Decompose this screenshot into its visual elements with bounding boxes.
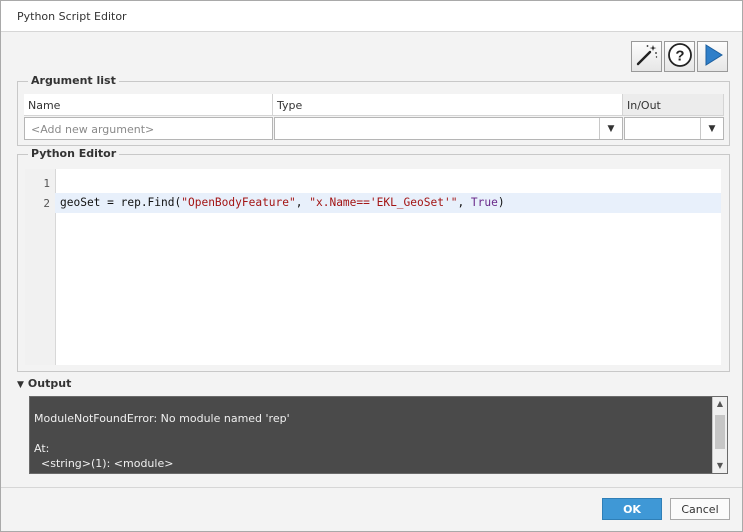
output-console[interactable]: ModuleNotFoundError: No module named 're… — [29, 396, 728, 474]
argument-type-select[interactable]: ▼ — [274, 117, 623, 140]
output-label: Output — [27, 377, 72, 390]
code-line[interactable] — [55, 173, 721, 193]
argument-list-label: Argument list — [28, 74, 119, 87]
run-icon — [701, 43, 725, 70]
column-header-type[interactable]: Type — [273, 94, 623, 116]
footer-divider — [1, 487, 742, 488]
code-editor[interactable]: 1 2 geoSet = rep.Find("OpenBodyFeature",… — [25, 169, 721, 365]
help-button[interactable]: ? — [664, 41, 695, 72]
help-icon: ? — [667, 42, 693, 71]
run-button[interactable] — [697, 41, 728, 72]
python-editor-group: Python Editor 1 2 geoSet = rep.Find("Ope… — [17, 147, 730, 372]
magic-wand-button[interactable] — [631, 41, 662, 72]
magic-wand-icon — [635, 43, 659, 70]
argument-list-group: Argument list Name Type In/Out <Add new … — [17, 74, 730, 146]
scroll-up-icon[interactable]: ▲ — [713, 397, 727, 411]
script-editor-dialog: Python Script Editor ? Argument list Nam… — [0, 0, 743, 532]
output-scrollbar[interactable]: ▲ ▼ — [712, 397, 727, 473]
collapse-triangle-icon: ▼ — [17, 380, 24, 390]
ok-button[interactable]: OK — [602, 498, 662, 520]
cancel-button[interactable]: Cancel — [670, 498, 730, 520]
chevron-down-icon[interactable]: ▼ — [700, 118, 723, 139]
output-text: ModuleNotFoundError: No module named 're… — [34, 412, 290, 470]
python-editor-label: Python Editor — [28, 147, 120, 160]
scroll-down-icon[interactable]: ▼ — [713, 459, 727, 473]
argument-inout-select[interactable]: ▼ — [624, 117, 724, 140]
help-glyph: ? — [675, 48, 684, 65]
new-argument-name-input[interactable]: <Add new argument> — [24, 117, 273, 140]
title-bar: Python Script Editor — [1, 1, 742, 32]
line-number-gutter: 1 2 — [25, 169, 56, 365]
scroll-thumb[interactable] — [715, 415, 725, 449]
code-line-active[interactable]: geoSet = rep.Find("OpenBodyFeature", "x.… — [55, 193, 721, 213]
column-header-name[interactable]: Name — [24, 94, 273, 116]
chevron-down-icon[interactable]: ▼ — [599, 118, 622, 139]
column-header-inout[interactable]: In/Out — [623, 94, 724, 116]
output-toggle[interactable]: ▼ Output — [17, 377, 71, 390]
window-title: Python Script Editor — [17, 10, 127, 23]
line-number: 2 — [43, 197, 50, 210]
line-number: 1 — [43, 177, 50, 190]
new-argument-placeholder: <Add new argument> — [31, 123, 155, 136]
code-text: geoSet = rep.Find("OpenBodyFeature", "x.… — [60, 196, 505, 209]
editor-toolbar: ? — [631, 41, 728, 72]
